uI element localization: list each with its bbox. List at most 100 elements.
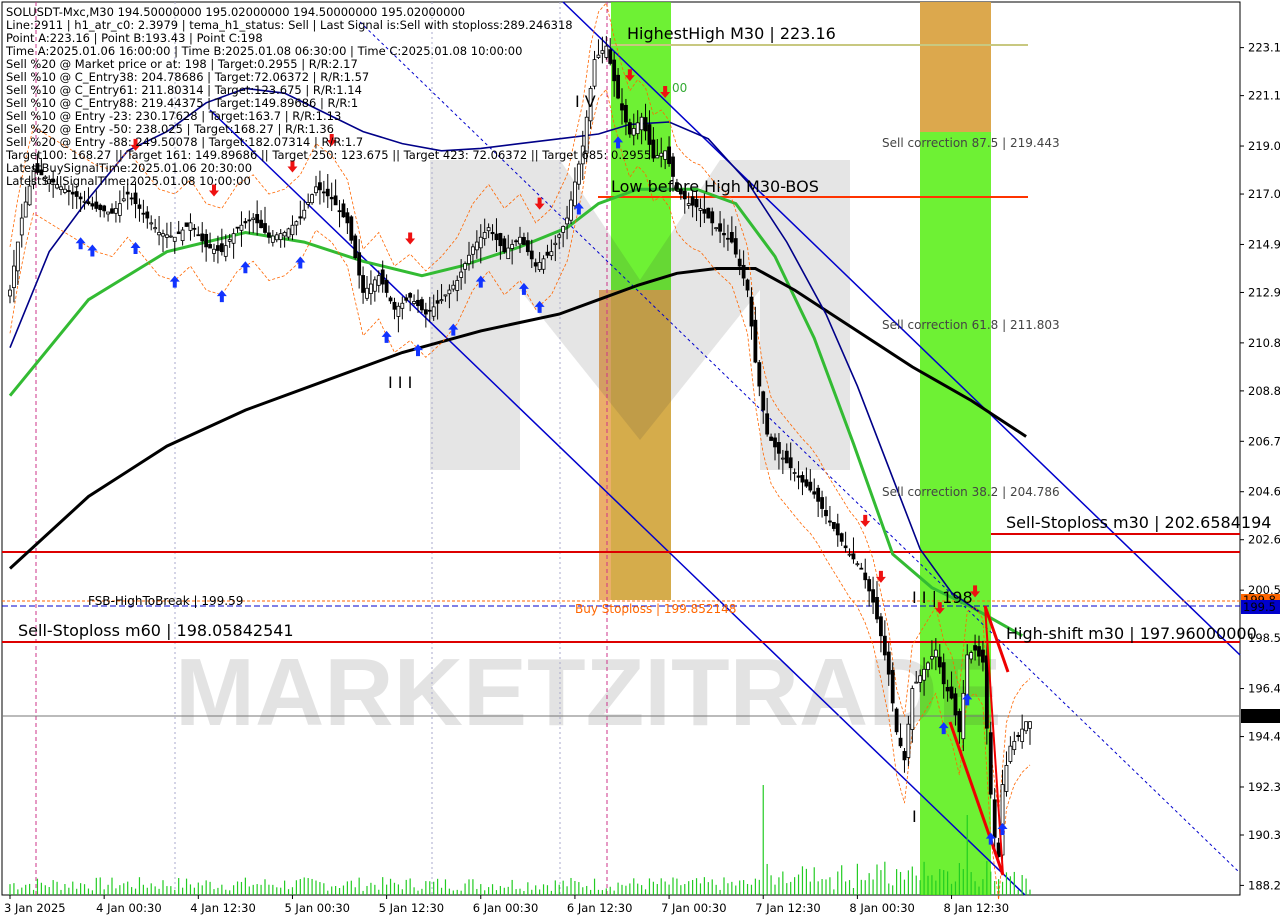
candle-body	[149, 222, 154, 225]
candle-body	[70, 191, 75, 195]
candle-body	[996, 842, 1001, 857]
candle-body	[714, 227, 719, 230]
candle-body	[1020, 728, 1025, 742]
candle-body	[90, 203, 95, 207]
fsb-label: FSB-HighToBreak | 199.59	[88, 594, 243, 608]
candle-body	[812, 491, 817, 495]
info-line-3: Time A:2025.01.06 16:00:00 | Time B:2025…	[5, 44, 522, 58]
orange-zone-2	[920, 2, 991, 132]
x-tick-label: 5 Jan 12:30	[379, 901, 445, 915]
candle-body	[698, 208, 703, 211]
candle-body	[859, 567, 864, 570]
sell-stoploss-m30-label: Sell-Stoploss m30 | 202.6584194	[1006, 513, 1271, 532]
highest-high-label: HighestHigh M30 | 223.16	[627, 24, 836, 43]
candle-body	[86, 201, 91, 205]
candle-body	[506, 247, 511, 260]
candle-body	[1004, 764, 1009, 792]
candle-body	[784, 450, 789, 464]
candle-body	[98, 204, 103, 211]
watermark-text: MARKETZITRADE	[175, 639, 1002, 746]
candle-body	[529, 250, 534, 260]
candle-body	[420, 299, 424, 311]
wave-iii-label: I I I	[388, 373, 412, 392]
candle-body	[627, 122, 632, 135]
bid-price-tag: 199.5	[1243, 600, 1276, 614]
candle-body	[769, 436, 773, 441]
candle-body	[737, 258, 742, 267]
candle-body	[828, 520, 832, 523]
candle-body	[525, 240, 530, 253]
candle-body	[333, 195, 338, 206]
candle-body	[412, 301, 416, 304]
candle-body	[306, 202, 311, 205]
candle-body	[949, 686, 954, 699]
y-tick-label: 196.4	[1248, 682, 1280, 696]
candle-body	[172, 236, 177, 242]
sell-correction-875-label: Sell correction 87.5 | 219.443	[882, 136, 1060, 150]
candle-body	[741, 264, 746, 279]
x-tick-label: 7 Jan 00:30	[661, 901, 727, 915]
candle-body	[937, 656, 942, 668]
candle-body	[671, 156, 675, 177]
candle-body	[749, 296, 754, 327]
candle-body	[851, 553, 856, 560]
y-tick-label: 198.5	[1248, 631, 1280, 645]
info-line-10: Sell %20 @ Entry -88: 249.50078 | Target…	[6, 135, 363, 149]
candle-body	[78, 196, 83, 200]
candle-body	[310, 194, 314, 204]
buy-stoploss-label: Buy Stoploss | 199.852148	[575, 602, 736, 616]
candle-body	[777, 442, 781, 454]
x-tick-label: 3 Jan 2025	[4, 901, 66, 915]
candle-body	[686, 203, 691, 206]
candle-body	[886, 651, 891, 675]
candle-body	[494, 233, 499, 241]
candle-body	[757, 362, 762, 387]
candle-body	[882, 635, 887, 656]
candle-body	[208, 244, 212, 249]
candle-body	[188, 222, 193, 231]
candle-body	[553, 242, 558, 246]
y-axis: 188.2190.3192.3194.4196.4198.5200.5202.6…	[1240, 41, 1280, 892]
candle-body	[117, 203, 122, 216]
candle-body	[196, 234, 201, 237]
candle-body	[15, 241, 20, 272]
candle-body	[349, 216, 354, 241]
candle-body	[663, 150, 668, 160]
candle-body	[847, 553, 852, 556]
candle-body	[27, 185, 32, 206]
candle-body	[161, 233, 165, 237]
candle-body	[318, 182, 322, 191]
candle-body	[988, 732, 993, 795]
candle-body	[176, 231, 181, 235]
candle-body	[604, 45, 609, 58]
candle-body	[392, 301, 397, 310]
candle-body	[722, 233, 726, 236]
x-tick-label: 8 Jan 00:30	[849, 901, 915, 915]
wave-i-label: I	[912, 807, 917, 826]
low-before-high-label: Low before High M30-BOS	[611, 177, 819, 196]
candle-body	[267, 232, 271, 238]
candle-body	[843, 545, 848, 549]
x-tick-label: 4 Jan 12:30	[190, 901, 256, 915]
candle-body	[212, 248, 216, 254]
candle-body	[879, 616, 883, 637]
wave-iv-label: I V	[575, 92, 596, 111]
candle-body	[451, 284, 456, 290]
candle-body	[427, 309, 432, 312]
candle-body	[906, 723, 911, 758]
candle-body	[314, 186, 318, 194]
candle-body	[145, 211, 150, 219]
y-tick-label: 210.8	[1248, 336, 1280, 350]
candle-body	[106, 211, 110, 215]
candle-body	[608, 49, 613, 64]
candle-body	[376, 275, 381, 286]
candle-body	[282, 232, 287, 237]
candle-body	[255, 214, 260, 224]
candle-body	[227, 239, 232, 242]
candle-body	[235, 226, 240, 229]
candle-body	[659, 152, 664, 157]
candle-body	[745, 279, 750, 291]
candle-body	[733, 238, 738, 255]
candle-body	[557, 234, 562, 238]
candle-body	[365, 287, 369, 299]
